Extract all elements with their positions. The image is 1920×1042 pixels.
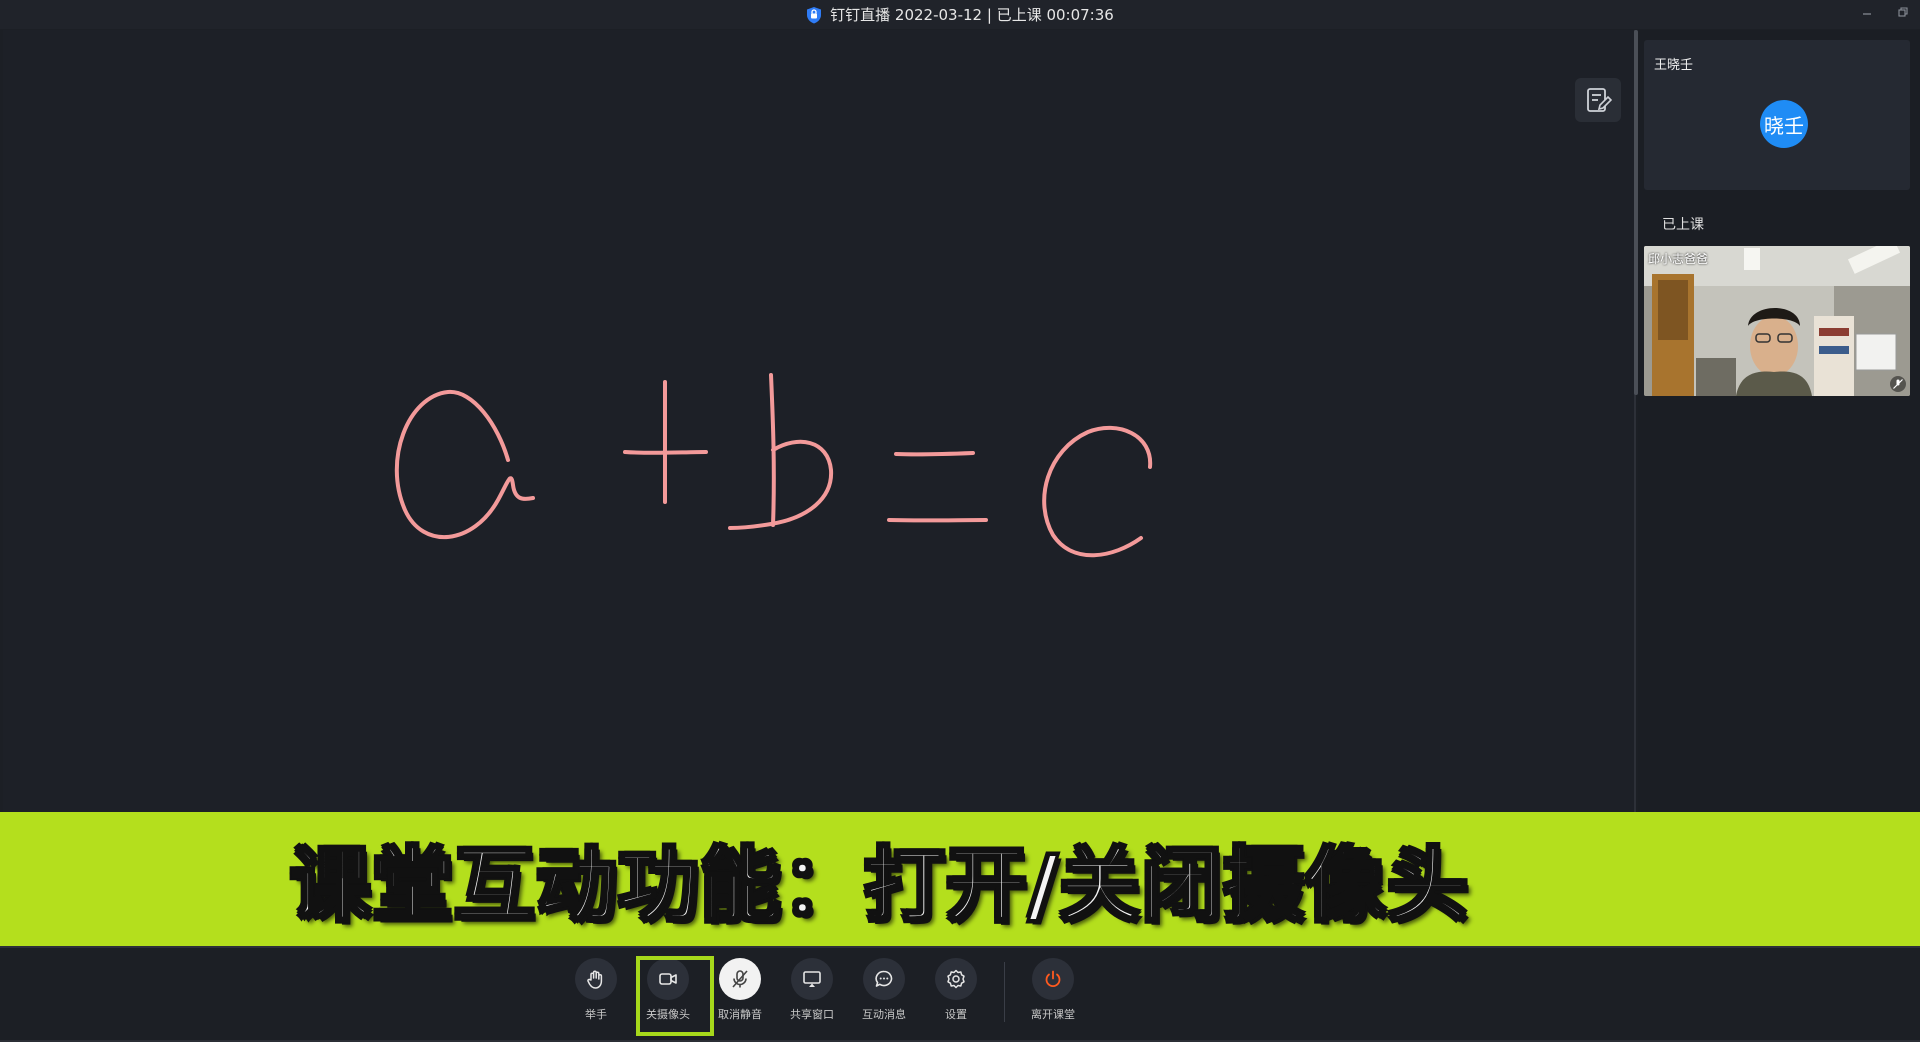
minimize-button[interactable] — [1860, 4, 1874, 20]
window-title: 钉钉直播 2022-03-12 | 已上课 00:07:36 — [830, 6, 1114, 24]
app-window: 钉钉直播 2022-03-12 | 已上课 00:07:36 王晓壬 晓壬 已上… — [0, 0, 1920, 1042]
share-window-button[interactable]: 共享窗口 — [776, 958, 848, 1022]
camera-toggle-button[interactable]: 关摄像头 — [632, 958, 704, 1022]
camera-circle — [647, 958, 689, 1000]
unmute-circle — [719, 958, 761, 1000]
camera-label: 关摄像头 — [646, 1008, 690, 1021]
handwriting-a — [394, 389, 535, 540]
handwriting-equals-top — [894, 451, 975, 457]
share-window-label: 共享窗口 — [790, 1008, 834, 1021]
leave-circle — [1032, 958, 1074, 1000]
title-bar: 钉钉直播 2022-03-12 | 已上课 00:07:36 — [0, 0, 1920, 29]
settings-label: 设置 — [945, 1008, 967, 1021]
edit-note-icon — [1587, 88, 1612, 112]
camera-icon — [659, 973, 677, 985]
bottom-toolbar: 举手 关摄像头 取消静音 共享窗口 互动消息 设置 离开课堂 — [0, 946, 1920, 1042]
share-window-circle — [791, 958, 833, 1000]
participant-video[interactable]: 邱小志爸爸 — [1644, 246, 1910, 396]
unmute-button[interactable]: 取消静音 — [704, 958, 776, 1022]
mic-muted-icon — [732, 970, 748, 988]
section-label: 已上课 — [1662, 217, 1704, 233]
window-controls — [1860, 4, 1910, 20]
video-participant-name: 邱小志爸爸 — [1648, 252, 1709, 266]
note-button[interactable] — [1575, 78, 1621, 122]
screen-share-icon — [803, 971, 821, 987]
avatar: 晓壬 — [1760, 100, 1808, 148]
leave-class-button[interactable]: 离开课堂 — [1017, 958, 1089, 1022]
toolbar-divider — [1004, 962, 1005, 1022]
caption-banner: 课堂互动功能：打开/关闭摄像头 — [0, 812, 1920, 946]
gear-icon — [947, 969, 965, 989]
host-name: 王晓壬 — [1654, 58, 1694, 73]
shield-icon — [806, 6, 822, 24]
video-feed-image — [1644, 246, 1910, 396]
avatar-text: 晓壬 — [1764, 113, 1804, 138]
chat-icon — [875, 970, 893, 987]
leave-label: 离开课堂 — [1031, 1008, 1075, 1021]
settings-button[interactable]: 设置 — [920, 958, 992, 1022]
host-card[interactable]: 王晓壬 晓壬 — [1644, 40, 1910, 190]
toolbar-buttons: 举手 关摄像头 取消静音 共享窗口 互动消息 设置 离开课堂 — [560, 958, 1089, 1022]
power-icon — [1045, 970, 1061, 988]
mic-off-icon — [1890, 376, 1906, 392]
title-wrap: 钉钉直播 2022-03-12 | 已上课 00:07:36 — [806, 4, 1114, 25]
messages-button[interactable]: 互动消息 — [848, 958, 920, 1022]
unmute-label: 取消静音 — [718, 1008, 762, 1021]
settings-circle — [935, 958, 977, 1000]
handwriting-c — [1042, 426, 1153, 558]
hand-icon — [587, 970, 603, 989]
banner-text: 课堂互动功能：打开/关闭摄像头 — [289, 838, 1470, 934]
raise-hand-label: 举手 — [585, 1008, 607, 1021]
raise-hand-button[interactable]: 举手 — [560, 958, 632, 1022]
messages-circle — [863, 958, 905, 1000]
messages-label: 互动消息 — [862, 1008, 906, 1021]
handwriting-b — [728, 373, 834, 530]
handwriting-plus-horizontal — [623, 450, 708, 455]
restore-button[interactable] — [1896, 4, 1910, 20]
raise-hand-circle — [575, 958, 617, 1000]
